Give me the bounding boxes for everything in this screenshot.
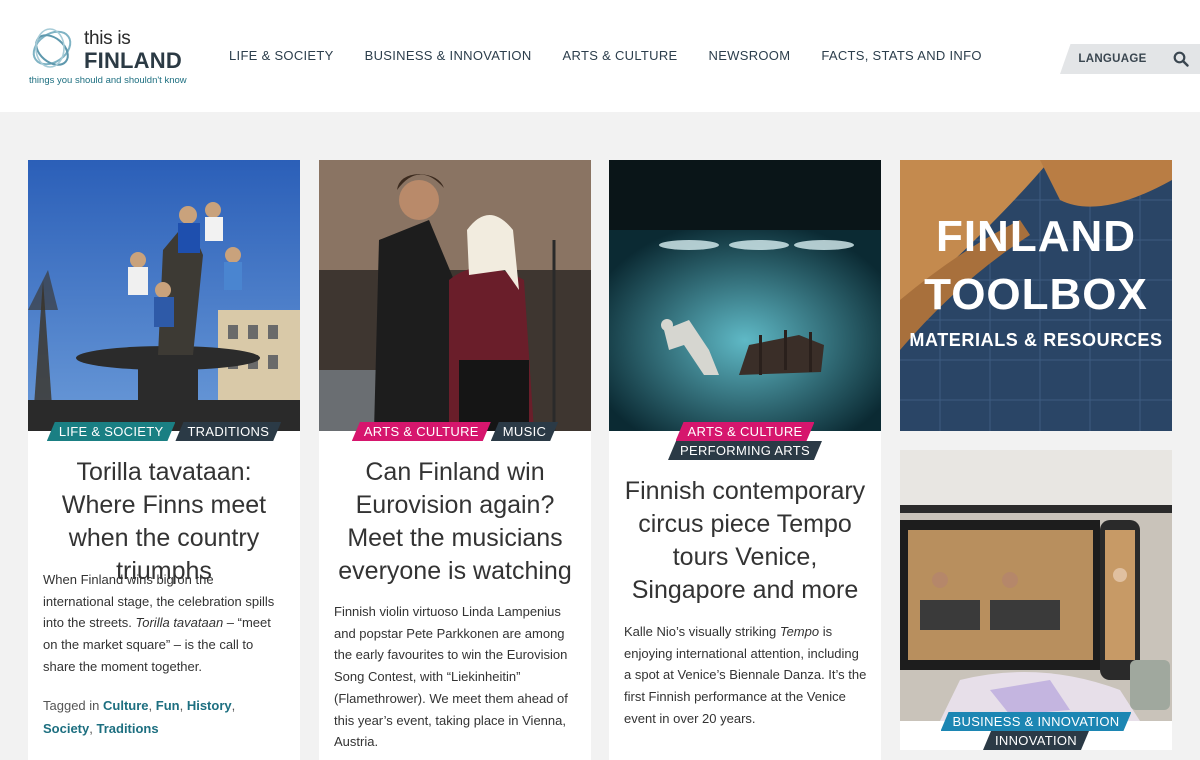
- excerpt-text: is enjoying international attention, inc…: [624, 624, 867, 726]
- search-icon: [1173, 51, 1189, 67]
- card-title[interactable]: Can Finland win Eurovision again? Meet t…: [333, 456, 577, 588]
- card-excerpt: Finnish violin virtuoso Linda Lampenius …: [334, 604, 568, 750]
- tag-link-history[interactable]: History: [187, 698, 232, 713]
- finland-toolbox-banner[interactable]: FINLAND TOOLBOX MATERIALS & RESOURCES: [900, 160, 1172, 431]
- card-image-musicians[interactable]: [319, 160, 591, 431]
- tag-link-society[interactable]: Society: [43, 721, 89, 736]
- article-card-torilla[interactable]: LIFE & SOCIETY TRADITIONS Torilla tavata…: [28, 160, 300, 760]
- tag-life-society[interactable]: LIFE & SOCIETY: [47, 422, 176, 441]
- photo-celebration: [28, 160, 300, 431]
- card-excerpt: Kalle Nio’s visually striking Tempo is e…: [624, 621, 868, 730]
- article-card-eurovision[interactable]: ARTS & CULTURE MUSIC Can Finland win Eur…: [319, 160, 591, 760]
- nav-newsroom[interactable]: NEWSROOM: [709, 48, 791, 63]
- nav-business-innovation[interactable]: BUSINESS & INNOVATION: [365, 48, 532, 63]
- excerpt-italic: Torilla tavataan: [135, 615, 224, 631]
- excerpt-text: Kalle Nio’s visually striking: [624, 624, 780, 639]
- nav-arts-culture[interactable]: ARTS & CULTURE: [563, 48, 678, 63]
- site-header: this is FINLAND things you should and sh…: [0, 0, 1200, 112]
- card-image-office-pods[interactable]: [900, 450, 1172, 721]
- tagged-in-label: Tagged in: [43, 698, 100, 713]
- tagged-in: Tagged in Culture, Fun, History, Society…: [43, 698, 236, 736]
- card-image-market-square[interactable]: [28, 160, 300, 431]
- card-tags: LIFE & SOCIETY TRADITIONS: [28, 422, 300, 441]
- article-card-tempo[interactable]: ARTS & CULTURE PERFORMING ARTS Finnish c…: [609, 160, 881, 760]
- site-logo[interactable]: this is FINLAND things you should and sh…: [28, 22, 198, 92]
- tag-innovation[interactable]: INNOVATION: [983, 731, 1089, 750]
- nav-life-society[interactable]: LIFE & SOCIETY: [229, 48, 334, 63]
- tag-traditions[interactable]: TRADITIONS: [175, 422, 281, 441]
- photo-circus: [609, 160, 881, 431]
- toolbox-subtitle: MATERIALS & RESOURCES: [909, 330, 1163, 350]
- article-card-innovation[interactable]: BUSINESS & INNOVATION INNOVATION: [900, 450, 1172, 750]
- language-button[interactable]: LANGUAGE: [1060, 44, 1165, 74]
- tag-business-innovation[interactable]: BUSINESS & INNOVATION: [941, 712, 1132, 731]
- card-tags: ARTS & CULTURE PERFORMING ARTS: [609, 422, 881, 460]
- main-nav: LIFE & SOCIETY BUSINESS & INNOVATION ART…: [229, 48, 1013, 63]
- tag-link-culture[interactable]: Culture: [103, 698, 149, 713]
- card-tags: BUSINESS & INNOVATION INNOVATION: [900, 712, 1172, 750]
- tag-link-traditions[interactable]: Traditions: [96, 721, 158, 736]
- logo-swirl-icon: [32, 28, 72, 68]
- logo-line-2: FINLAND: [84, 48, 182, 73]
- card-excerpt: When Finland wins big on the internation…: [43, 569, 287, 678]
- tag-arts-culture[interactable]: ARTS & CULTURE: [352, 422, 491, 441]
- card-image-circus[interactable]: [609, 160, 881, 431]
- tag-performing-arts[interactable]: PERFORMING ARTS: [668, 441, 822, 460]
- photo-musicians: [319, 160, 591, 431]
- logo-tagline: things you should and shouldn't know: [29, 75, 187, 86]
- card-title[interactable]: Finnish contemporary circus piece Tempo …: [623, 475, 867, 607]
- logo-line-1: this is: [84, 28, 131, 49]
- nav-facts-stats-info[interactable]: FACTS, STATS AND INFO: [821, 48, 981, 63]
- excerpt-italic: Tempo: [779, 624, 820, 639]
- tag-link-fun[interactable]: Fun: [156, 698, 180, 713]
- tag-music[interactable]: MUSIC: [491, 422, 558, 441]
- tag-arts-culture[interactable]: ARTS & CULTURE: [676, 422, 815, 441]
- card-tags: ARTS & CULTURE MUSIC: [319, 422, 591, 441]
- toolbox-title-line1: FINLAND: [935, 212, 1137, 261]
- toolbox-title-line2: TOOLBOX: [924, 270, 1148, 319]
- photo-office-pods: [900, 450, 1172, 721]
